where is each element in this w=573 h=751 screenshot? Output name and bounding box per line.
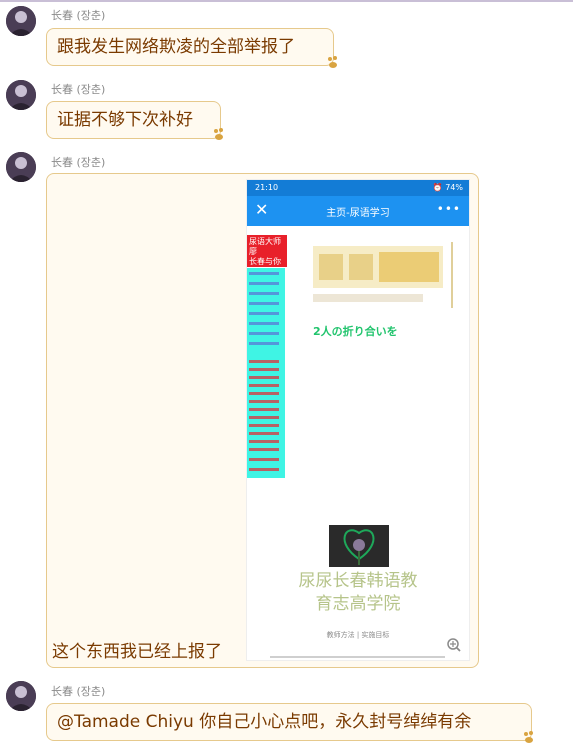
avatar-image-icon	[6, 681, 36, 711]
message-bubble[interactable]: 证据不够下次补好	[46, 101, 221, 139]
avatar[interactable]	[6, 80, 36, 110]
top-divider	[0, 0, 573, 2]
zoom-in-icon[interactable]	[447, 638, 461, 652]
paw-decoration-icon	[524, 731, 533, 743]
red-banner: 尿语大师廖 长春与你 起学…我…	[247, 235, 287, 286]
paw-decoration-icon	[214, 128, 223, 140]
status-battery: ⏰ 74%	[432, 183, 463, 192]
avatar[interactable]	[6, 681, 36, 711]
message-text: 证据不够下次补好	[57, 110, 193, 130]
green-heading: 2人の折り合いを	[313, 325, 398, 338]
blurred-banner-icon	[313, 242, 453, 308]
avatar-image-icon	[6, 6, 36, 36]
message-text: @Tamade Chiyu 你自己小心点吧，永久封号绰绰有余	[57, 712, 472, 732]
footer-links: 教师方法 | 实施目标	[326, 631, 390, 639]
avatar-image-icon	[6, 80, 36, 110]
screenshot-bottom-bar	[270, 656, 445, 658]
sender-name: 长春 (장춘)	[51, 685, 106, 698]
avatar[interactable]	[6, 152, 36, 182]
avatar[interactable]	[6, 6, 36, 36]
sender-name: 长春 (장춘)	[51, 156, 106, 169]
more-icon: •••	[436, 202, 461, 216]
sender-name: 长春 (장춘)	[51, 9, 106, 22]
sender-name: 长春 (장춘)	[51, 83, 106, 96]
app-title: 主页-尿语学习	[326, 208, 390, 219]
rose-logo-icon	[329, 525, 389, 567]
app-bar: ✕ 主页-尿语学习 •••	[247, 196, 469, 226]
school-name: 尿尿长春韩语教 育志高学院	[298, 571, 418, 614]
avatar-image-icon	[6, 152, 36, 182]
message-bubble[interactable]: @Tamade Chiyu 你自己小心点吧，永久封号绰绰有余	[46, 703, 532, 741]
status-time: 21:10	[255, 183, 279, 192]
message-text: 这个东西我已经上报了	[52, 642, 222, 662]
highlighted-column	[247, 268, 285, 478]
phone-status-bar: 21:10 ⏰ 74%	[247, 180, 469, 196]
paw-decoration-icon	[328, 56, 337, 68]
message-bubble[interactable]: 跟我发生网络欺凌的全部举报了	[46, 28, 334, 66]
screenshot-image[interactable]: 21:10 ⏰ 74% ✕ 主页-尿语学习 ••• 尿语大师廖 长春与你 起学……	[247, 180, 469, 660]
message-text: 跟我发生网络欺凌的全部举报了	[57, 37, 295, 57]
